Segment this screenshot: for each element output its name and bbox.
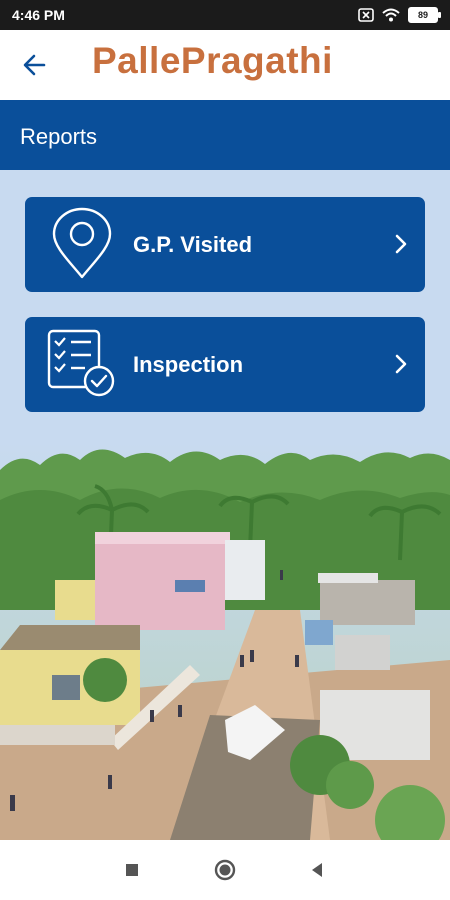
status-time: 4:46 PM: [12, 7, 65, 23]
section-header: Reports: [0, 100, 450, 170]
chevron-right-icon: [395, 354, 407, 374]
inspection-label: Inspection: [133, 352, 244, 377]
section-title: Reports: [20, 124, 98, 149]
gp-visited-label: G.P. Visited: [133, 232, 253, 257]
wifi-icon: [382, 8, 400, 22]
status-bar: 4:46 PM 89: [0, 0, 450, 30]
village-background-image: [0, 440, 450, 840]
home-button[interactable]: [213, 858, 237, 882]
gp-visited-button[interactable]: G.P. Visited: [25, 197, 425, 292]
recents-button[interactable]: [120, 858, 144, 882]
battery-level: 89: [417, 10, 428, 20]
back-button[interactable]: [305, 858, 329, 882]
back-arrow-icon[interactable]: [18, 50, 50, 80]
app-bar: PallePragathi: [0, 30, 450, 100]
content-area: G.P. Visited Inspection: [0, 170, 450, 840]
inspection-button[interactable]: Inspection: [25, 317, 425, 412]
location-pin-icon: [52, 207, 112, 279]
status-icons: 89: [358, 6, 441, 24]
sim-x-icon: [358, 8, 374, 22]
navigation-bar: [0, 840, 450, 900]
chevron-right-icon: [395, 234, 407, 254]
app-title: PallePragathi: [92, 40, 333, 81]
battery-icon: 89: [408, 7, 441, 23]
checklist-icon: [47, 329, 115, 397]
